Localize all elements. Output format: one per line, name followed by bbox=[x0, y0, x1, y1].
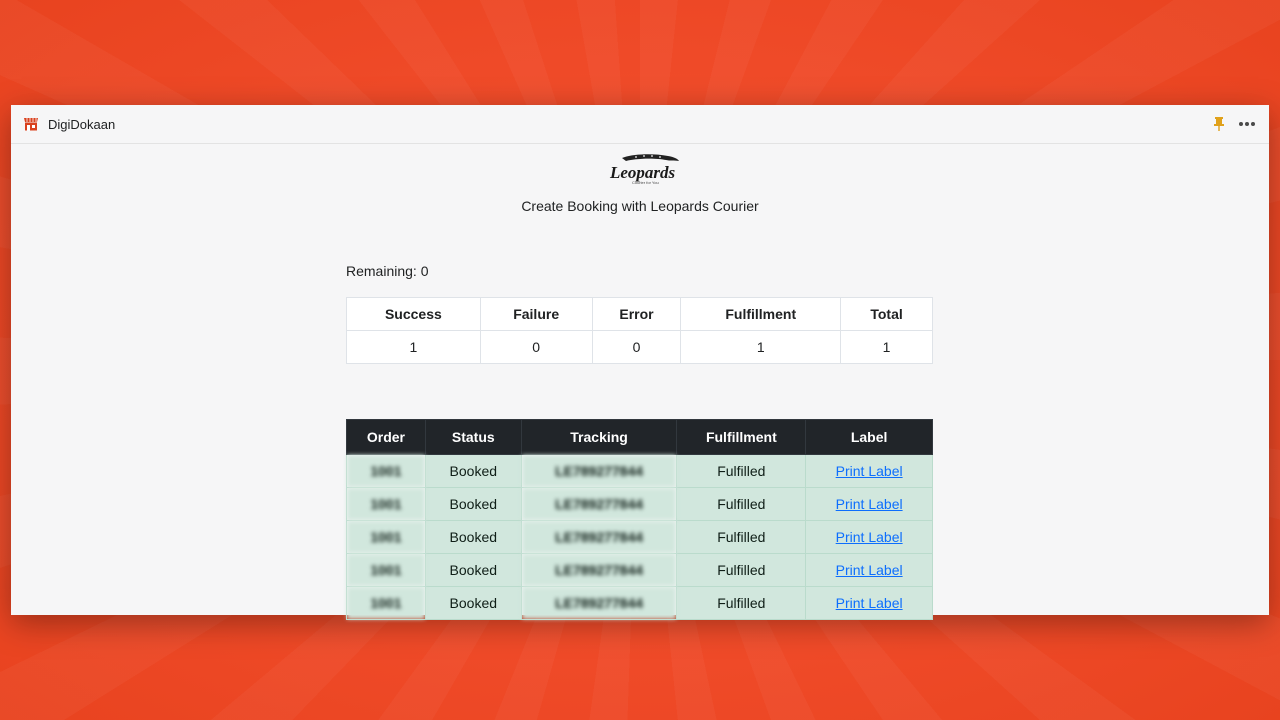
order-status: Booked bbox=[424, 586, 522, 620]
summary-header-row: Success Failure Error Fulfillment Total bbox=[346, 297, 933, 331]
leopards-logo: Leopards Courier for You bbox=[609, 154, 679, 185]
label-cell: Print Label bbox=[805, 586, 933, 620]
order-status: Booked bbox=[424, 487, 522, 521]
table-row: 1001 Booked LE789277844 Fulfilled Print … bbox=[346, 586, 933, 620]
svg-text:Courier for You: Courier for You bbox=[632, 180, 659, 185]
tracking-number: LE789277844 bbox=[520, 487, 678, 521]
label-cell: Print Label bbox=[805, 454, 933, 488]
print-label-link[interactable]: Print Label bbox=[836, 496, 903, 512]
summary-error-value: 0 bbox=[591, 330, 682, 364]
table-row: 1001 Booked LE789277844 Fulfilled Print … bbox=[346, 553, 933, 587]
app-title: DigiDokaan bbox=[48, 116, 116, 132]
summary-col-success: Success bbox=[346, 297, 481, 331]
print-label-link[interactable]: Print Label bbox=[836, 595, 903, 611]
label-cell: Print Label bbox=[805, 487, 933, 521]
order-status: Booked bbox=[424, 454, 522, 488]
summary-col-total: Total bbox=[840, 297, 933, 331]
fulfillment-status: Fulfilled bbox=[676, 586, 807, 620]
store-icon bbox=[23, 116, 39, 132]
orders-col-tracking: Tracking bbox=[520, 419, 678, 455]
tracking-number: LE789277844 bbox=[520, 553, 678, 587]
order-number: 1001 bbox=[346, 487, 426, 521]
order-status: Booked bbox=[424, 520, 522, 554]
fulfillment-status: Fulfilled bbox=[676, 487, 807, 521]
fulfillment-status: Fulfilled bbox=[676, 520, 807, 554]
summary-total-value: 1 bbox=[840, 330, 933, 364]
summary-values-row: 1 0 0 1 1 bbox=[346, 330, 933, 364]
print-label-link[interactable]: Print Label bbox=[836, 463, 903, 479]
orders-col-fulfillment: Fulfillment bbox=[676, 419, 807, 455]
summary-col-fulfillment: Fulfillment bbox=[680, 297, 842, 331]
summary-table: Success Failure Error Fulfillment Total … bbox=[346, 297, 933, 364]
order-number: 1001 bbox=[346, 454, 426, 488]
label-cell: Print Label bbox=[805, 520, 933, 554]
summary-success-value: 1 bbox=[346, 330, 481, 364]
pin-icon[interactable] bbox=[1211, 116, 1227, 132]
orders-header-row: Order Status Tracking Fulfillment Label bbox=[346, 419, 933, 455]
tracking-number: LE789277844 bbox=[520, 586, 678, 620]
main-content: Leopards Courier for You Create Booking … bbox=[11, 144, 1269, 620]
more-icon[interactable] bbox=[1237, 116, 1257, 132]
print-label-link[interactable]: Print Label bbox=[836, 562, 903, 578]
fulfillment-status: Fulfilled bbox=[676, 553, 807, 587]
orders-col-label: Label bbox=[805, 419, 933, 455]
summary-fulfillment-value: 1 bbox=[680, 330, 842, 364]
orders-table: Order Status Tracking Fulfillment Label … bbox=[346, 419, 933, 620]
order-status: Booked bbox=[424, 553, 522, 587]
page-title: Create Booking with Leopards Courier bbox=[521, 198, 759, 214]
orders-col-order: Order bbox=[346, 419, 426, 455]
summary-col-failure: Failure bbox=[479, 297, 593, 331]
title-bar: DigiDokaan bbox=[11, 105, 1269, 144]
remaining-count: Remaining: 0 bbox=[346, 263, 429, 279]
tracking-number: LE789277844 bbox=[520, 454, 678, 488]
summary-col-error: Error bbox=[591, 297, 682, 331]
orders-col-status: Status bbox=[424, 419, 522, 455]
order-number: 1001 bbox=[346, 586, 426, 620]
label-cell: Print Label bbox=[805, 553, 933, 587]
print-label-link[interactable]: Print Label bbox=[836, 529, 903, 545]
order-number: 1001 bbox=[346, 520, 426, 554]
fulfillment-status: Fulfilled bbox=[676, 454, 807, 488]
table-row: 1001 Booked LE789277844 Fulfilled Print … bbox=[346, 454, 933, 488]
table-row: 1001 Booked LE789277844 Fulfilled Print … bbox=[346, 520, 933, 554]
tracking-number: LE789277844 bbox=[520, 520, 678, 554]
summary-failure-value: 0 bbox=[479, 330, 593, 364]
app-window: DigiDokaan Leopards Courier for You Crea… bbox=[11, 105, 1269, 620]
order-number: 1001 bbox=[346, 553, 426, 587]
table-row: 1001 Booked LE789277844 Fulfilled Print … bbox=[346, 487, 933, 521]
